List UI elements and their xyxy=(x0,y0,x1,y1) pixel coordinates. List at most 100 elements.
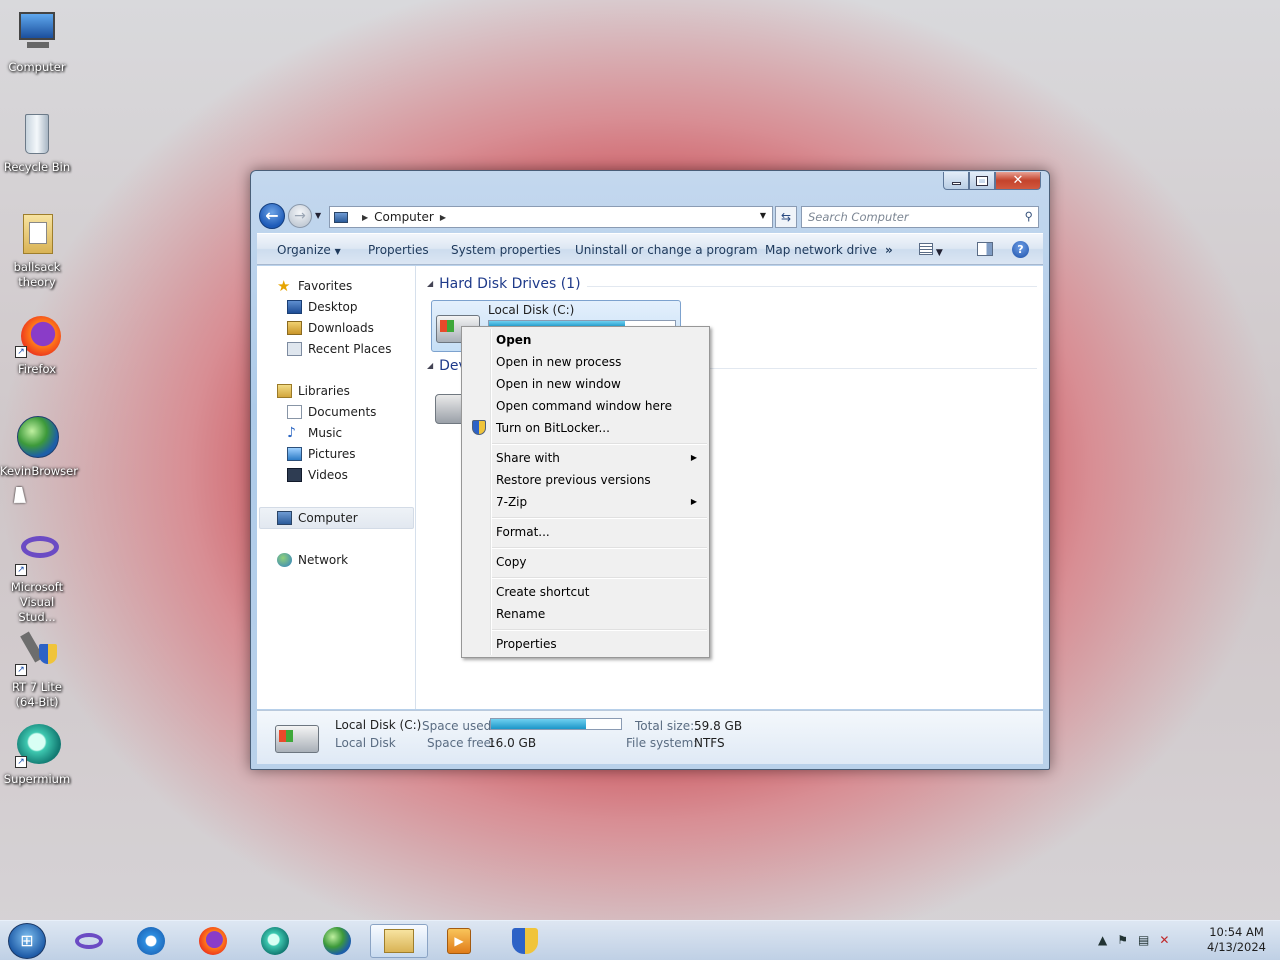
sidebar-item-videos[interactable]: Videos xyxy=(287,465,348,485)
menu-item-open-new-window[interactable]: Open in new window xyxy=(464,373,707,395)
menu-item-create-shortcut[interactable]: Create shortcut xyxy=(464,581,707,603)
refresh-icon: ⇆ xyxy=(780,210,792,224)
taskbar-app-media-player[interactable]: ▶ xyxy=(434,924,484,958)
taskbar-app-explorer[interactable] xyxy=(370,924,428,958)
menu-item-label: Turn on BitLocker... xyxy=(496,421,610,435)
start-button[interactable]: ⊞ xyxy=(8,923,46,959)
menu-item-share-with[interactable]: Share with ▶ xyxy=(464,447,707,469)
sidebar-item-computer[interactable]: Computer xyxy=(277,508,358,528)
menu-separator xyxy=(492,577,707,579)
search-input[interactable]: Search Computer ⚲ xyxy=(801,206,1039,228)
group-header-hard-disk-drives[interactable]: ◢ Hard Disk Drives (1) xyxy=(427,276,581,292)
taskbar-app-rt7lite[interactable] xyxy=(500,924,550,958)
space-free-label: Space free: xyxy=(427,736,496,750)
menu-item-format[interactable]: Format... xyxy=(464,521,707,543)
videos-icon xyxy=(287,468,302,482)
sidebar-item-favorites[interactable]: ★ Favorites xyxy=(277,276,352,296)
sidebar-item-label: Music xyxy=(308,426,343,440)
sidebar-item-documents[interactable]: Documents xyxy=(287,402,376,422)
menu-item-copy[interactable]: Copy xyxy=(464,551,707,573)
address-dropdown-icon[interactable]: ▼ xyxy=(760,211,766,220)
menu-item-open-new-process[interactable]: Open in new process xyxy=(464,351,707,373)
back-arrow-icon: ← xyxy=(265,206,279,225)
menu-item-rename[interactable]: Rename xyxy=(464,603,707,625)
taskbar-app-supermium[interactable] xyxy=(250,924,300,958)
network-status-icon[interactable]: ▤ xyxy=(1138,933,1149,947)
change-view-button[interactable]: ▼ xyxy=(919,243,951,258)
desktop-icon-label: Supermium xyxy=(3,772,71,786)
taskbar-app-visual-studio[interactable] xyxy=(64,924,114,958)
sidebar-item-network[interactable]: Network xyxy=(277,550,348,570)
group-divider xyxy=(587,286,1037,287)
show-hidden-icons-icon[interactable]: ▲ xyxy=(1098,933,1107,947)
rt7lite-icon: ↗ xyxy=(13,630,61,678)
details-pane: Local Disk (C:) Local Disk Space used: S… xyxy=(257,710,1043,764)
address-bar[interactable]: ▶ Computer ▶ ▼ xyxy=(329,206,773,228)
desktop-icon-computer[interactable]: Computer xyxy=(0,10,74,75)
computer-icon xyxy=(277,511,292,525)
breadcrumb-arrow-icon[interactable]: ▶ xyxy=(440,213,446,222)
menu-item-7zip[interactable]: 7-Zip ▶ xyxy=(464,491,707,513)
sidebar-item-libraries[interactable]: Libraries xyxy=(277,381,350,401)
menu-item-bitlocker[interactable]: Turn on BitLocker... xyxy=(464,417,707,439)
organize-button[interactable]: Organize ▼ xyxy=(277,243,341,257)
sidebar-item-recent-places[interactable]: Recent Places xyxy=(287,339,391,359)
back-button[interactable]: ← xyxy=(259,203,285,229)
menu-item-restore-previous-versions[interactable]: Restore previous versions xyxy=(464,469,707,491)
breadcrumb-computer[interactable]: Computer xyxy=(374,210,434,224)
menu-item-open-command-window[interactable]: Open command window here xyxy=(464,395,707,417)
desktop-icon-visual-studio[interactable]: ↗ Microsoft Visual Stud... xyxy=(0,530,74,625)
sidebar-item-downloads[interactable]: Downloads xyxy=(287,318,374,338)
windows-logo-icon: ⊞ xyxy=(20,931,34,950)
system-properties-button[interactable]: System properties xyxy=(451,243,561,257)
sidebar-item-pictures[interactable]: Pictures xyxy=(287,444,356,464)
desktop-icon-rt7lite[interactable]: ↗ RT 7 Lite (64-Bit) xyxy=(0,630,74,710)
submenu-arrow-icon: ▶ xyxy=(690,453,697,462)
close-button[interactable]: ✕ xyxy=(995,172,1041,190)
internet-explorer-icon xyxy=(137,927,165,955)
maximize-button[interactable] xyxy=(969,172,995,190)
action-center-flag-icon[interactable]: ⚑ xyxy=(1117,933,1128,947)
desktop-icon-label: RT 7 Lite (64-Bit) xyxy=(12,680,62,709)
collapse-triangle-icon: ◢ xyxy=(427,361,434,370)
map-network-drive-button[interactable]: Map network drive xyxy=(765,243,877,257)
menu-item-properties[interactable]: Properties xyxy=(464,633,707,655)
sidebar-item-music[interactable]: ♪ Music xyxy=(287,423,342,443)
refresh-button[interactable]: ⇆ xyxy=(775,206,797,228)
preview-pane-button[interactable] xyxy=(977,242,993,256)
desktop-icon-recycle-bin[interactable]: Recycle Bin xyxy=(0,110,74,175)
volume-muted-icon[interactable]: ✕ xyxy=(1159,933,1169,947)
menu-item-open[interactable]: Open xyxy=(464,329,707,351)
more-commands-button[interactable]: » xyxy=(885,243,893,257)
recent-pages-button[interactable]: ▼ xyxy=(315,211,321,220)
shortcut-arrow-icon: ↗ xyxy=(15,346,27,358)
collapse-triangle-icon: ◢ xyxy=(427,279,434,288)
space-used-bar xyxy=(490,718,622,730)
desktop-icon-supermium[interactable]: ↗ Supermium xyxy=(0,722,74,787)
help-button[interactable]: ? xyxy=(1012,241,1029,258)
total-size-label: Total size: xyxy=(635,719,695,733)
sidebar-item-desktop[interactable]: Desktop xyxy=(287,297,358,317)
desktop-icon-firefox[interactable]: ↗ Firefox xyxy=(0,312,74,377)
taskbar-app-kevinbrowser[interactable] xyxy=(312,924,362,958)
group-header-label: Hard Disk Drives (1) xyxy=(439,276,581,292)
clock[interactable]: 10:54 AM 4/13/2024 xyxy=(1207,925,1266,955)
search-icon[interactable]: ⚲ xyxy=(1025,209,1033,223)
forward-button[interactable]: → xyxy=(288,204,312,228)
menu-item-label: 7-Zip xyxy=(496,495,528,509)
uninstall-program-button[interactable]: Uninstall or change a program xyxy=(575,243,758,257)
minimize-button[interactable] xyxy=(943,172,969,190)
forward-arrow-icon: → xyxy=(294,208,306,224)
sidebar-item-label: Favorites xyxy=(298,279,353,293)
taskbar-app-internet-explorer[interactable] xyxy=(126,924,176,958)
desktop-icon-kevinbrowser[interactable]: KevinBrowser xyxy=(0,414,78,479)
computer-icon xyxy=(13,10,61,58)
breadcrumb-arrow-icon[interactable]: ▶ xyxy=(362,213,368,222)
taskbar-app-firefox[interactable] xyxy=(188,924,238,958)
network-icon xyxy=(277,553,292,567)
properties-button[interactable]: Properties xyxy=(368,243,429,257)
libraries-icon xyxy=(277,384,292,398)
sidebar-item-label: Libraries xyxy=(298,384,350,398)
desktop-icon-ballsack-theory[interactable]: ballsack theory xyxy=(0,210,74,290)
sidebar-item-label: Downloads xyxy=(308,321,374,335)
